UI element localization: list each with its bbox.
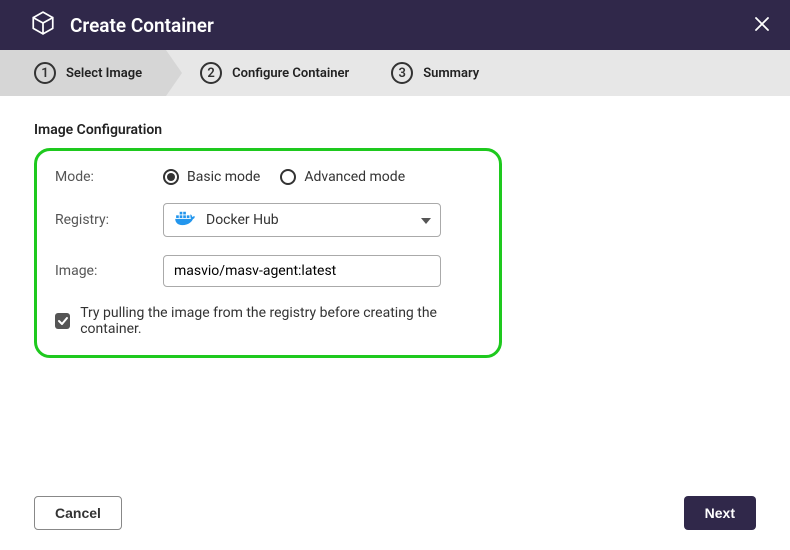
mode-basic-radio[interactable]: Basic mode [163,169,260,185]
step-label: Configure Container [232,66,349,81]
radio-label: Advanced mode [304,169,405,185]
dialog-header: Create Container [0,0,790,50]
mode-advanced-radio[interactable]: Advanced mode [280,169,405,185]
dialog-title: Create Container [70,14,736,37]
close-button[interactable] [750,11,774,39]
pull-checkbox[interactable] [55,313,70,329]
step-number: 1 [34,62,56,84]
step-number: 2 [200,62,222,84]
registry-select[interactable]: Docker Hub [163,203,441,237]
mode-label: Mode: [55,169,163,185]
check-icon [57,315,69,327]
registry-value: Docker Hub [206,212,279,228]
section-title: Image Configuration [34,122,756,138]
image-input[interactable] [163,255,441,287]
container-icon [30,10,56,40]
pull-label: Try pulling the image from the registry … [80,305,481,337]
image-label: Image: [55,263,163,279]
next-button[interactable]: Next [684,496,756,530]
radio-icon [163,169,179,185]
mode-row: Mode: Basic mode Advanced mode [55,169,481,185]
cancel-button[interactable]: Cancel [34,496,122,530]
image-config-box: Mode: Basic mode Advanced mode Registry: [34,148,502,358]
close-icon [754,16,770,32]
step-configure-container[interactable]: 2 Configure Container [166,50,373,96]
radio-label: Basic mode [187,169,260,185]
pull-row: Try pulling the image from the registry … [55,305,481,337]
step-summary[interactable]: 3 Summary [373,50,503,96]
dialog-footer: Cancel Next [0,482,790,550]
step-select-image[interactable]: 1 Select Image [0,50,166,96]
docker-icon [174,210,196,230]
registry-row: Registry: Docker Hub [55,203,481,237]
content-area: Image Configuration Mode: Basic mode Adv… [0,96,790,482]
wizard-steps: 1 Select Image 2 Configure Container 3 S… [0,50,790,96]
mode-radio-group: Basic mode Advanced mode [163,169,405,185]
image-row: Image: [55,255,481,287]
step-number: 3 [391,62,413,84]
radio-icon [280,169,296,185]
step-label: Select Image [66,66,142,81]
registry-label: Registry: [55,212,163,228]
step-label: Summary [423,66,479,81]
